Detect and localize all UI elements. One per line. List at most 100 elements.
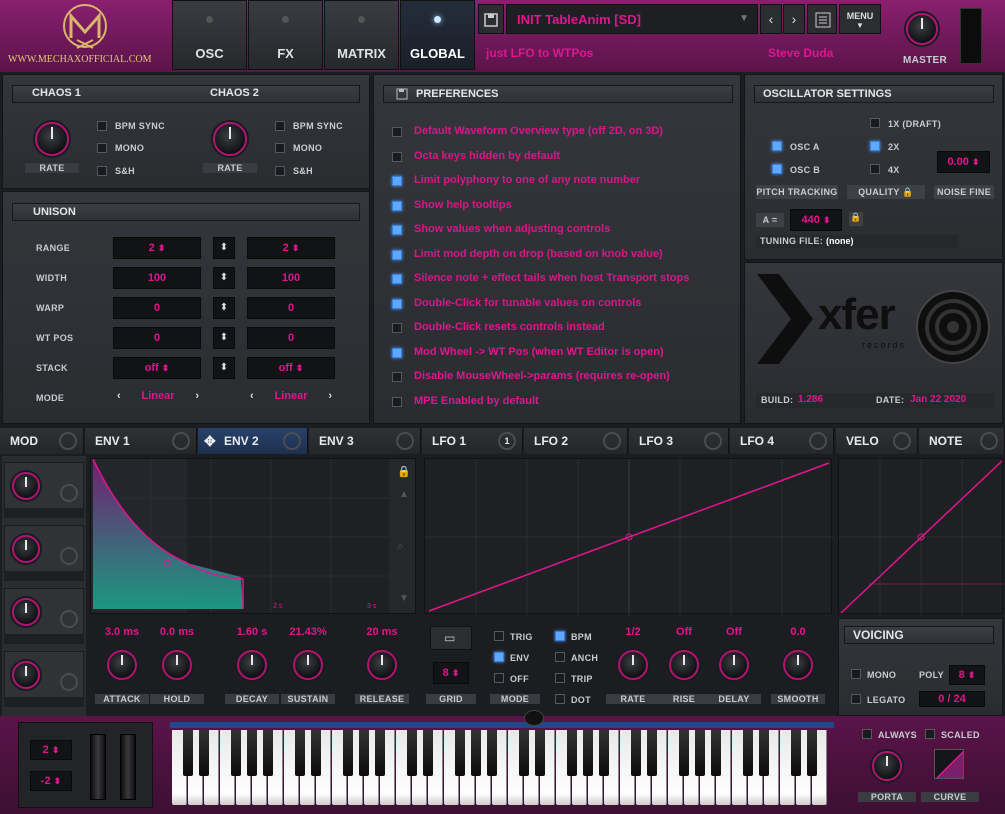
env-graph[interactable]: 2 s 3 s 🔒 ▲ ⌕ ▼: [90, 458, 416, 614]
osc-a-checkbox[interactable]: [772, 141, 782, 151]
curve-button[interactable]: [934, 749, 964, 779]
a-tuning-field[interactable]: 440 ⬍: [790, 209, 842, 231]
chaos1-bpm-sync-checkbox[interactable]: [97, 121, 107, 131]
noise-fine-button[interactable]: NOISE FINE: [934, 185, 994, 199]
unison-2-a-field[interactable]: 0: [113, 297, 201, 319]
unison-2-link-stepper[interactable]: ⬍: [213, 297, 235, 319]
global-tab[interactable]: GLOBAL: [400, 0, 475, 70]
velo-graph[interactable]: [838, 458, 1004, 615]
unison-1-link-stepper[interactable]: ⬍: [213, 267, 235, 289]
pitch-tracking-button[interactable]: PITCH TRACKING: [756, 185, 838, 199]
chaos2-mono-checkbox[interactable]: [275, 143, 285, 153]
tab-lfo3[interactable]: LFO 3: [629, 428, 729, 454]
lfo-trig-checkbox[interactable]: [494, 631, 504, 641]
unison-mode-b[interactable]: ‹ Linear ›: [246, 389, 336, 405]
unison-4-a-field[interactable]: off ⬍: [113, 357, 201, 379]
pref-0-checkbox[interactable]: [392, 127, 402, 137]
tab-env3[interactable]: ENV 3: [309, 428, 421, 454]
lfo-env-checkbox[interactable]: [494, 652, 504, 662]
lfo-off-checkbox[interactable]: [494, 673, 504, 683]
black-key[interactable]: [310, 730, 321, 776]
lock-icon[interactable]: 🔒: [397, 465, 411, 478]
black-key[interactable]: [198, 730, 209, 776]
black-key[interactable]: [342, 730, 353, 776]
lfo-load-button[interactable]: ▭: [430, 626, 472, 650]
osc-tab[interactable]: OSC: [172, 0, 247, 70]
chaos2-rate-knob[interactable]: [213, 122, 247, 156]
scroll-handle[interactable]: [524, 710, 544, 726]
tab-env2[interactable]: ✥ ENV 2: [198, 428, 308, 454]
unison-3-link-stepper[interactable]: ⬍: [213, 327, 235, 349]
draft-checkbox[interactable]: [870, 118, 880, 128]
unison-3-b-field[interactable]: 0: [247, 327, 335, 349]
mono-checkbox[interactable]: [851, 669, 861, 679]
black-key[interactable]: [806, 730, 817, 776]
fx-tab[interactable]: FX: [248, 0, 323, 70]
pref-6-checkbox[interactable]: [392, 274, 402, 284]
black-key[interactable]: [246, 730, 257, 776]
master-knob[interactable]: [906, 13, 938, 45]
unison-mode-a[interactable]: ‹ Linear ›: [113, 389, 203, 405]
unison-4-link-stepper[interactable]: ⬍: [213, 357, 235, 379]
bend-down-field[interactable]: -2 ⬍: [30, 771, 72, 791]
black-key[interactable]: [182, 730, 193, 776]
chaos1-sh-checkbox[interactable]: [97, 166, 107, 176]
black-key[interactable]: [694, 730, 705, 776]
black-key[interactable]: [230, 730, 241, 776]
chevron-down-icon[interactable]: ▼: [399, 593, 409, 604]
black-key[interactable]: [358, 730, 369, 776]
black-key[interactable]: [454, 730, 465, 776]
pref-11-checkbox[interactable]: [392, 396, 402, 407]
black-key[interactable]: [422, 730, 433, 776]
pref-9-checkbox[interactable]: [392, 347, 402, 358]
unison-3-a-field[interactable]: 0: [113, 327, 201, 349]
lfo-3-knob[interactable]: [783, 650, 813, 680]
next-preset-button[interactable]: ›: [783, 4, 805, 34]
pref-4-checkbox[interactable]: [392, 225, 402, 235]
zoom-icon[interactable]: ⌕: [397, 539, 404, 554]
pref-7-checkbox[interactable]: [392, 298, 402, 309]
legato-checkbox[interactable]: [851, 694, 861, 704]
black-key[interactable]: [790, 730, 801, 776]
tab-mod[interactable]: MOD: [0, 428, 84, 454]
keyboard-scroll[interactable]: [170, 722, 834, 728]
chaos2-sh-checkbox[interactable]: [275, 166, 285, 176]
black-key[interactable]: [566, 730, 577, 776]
chaos1-rate-knob[interactable]: [35, 122, 69, 156]
black-key[interactable]: [406, 730, 417, 776]
browser-button[interactable]: [807, 4, 837, 34]
black-key[interactable]: [534, 730, 545, 776]
lfo-1-knob[interactable]: [669, 650, 699, 680]
matrix-tab[interactable]: MATRIX: [324, 0, 399, 70]
grid-field[interactable]: 8 ⬍: [433, 662, 469, 684]
unison-1-b-field[interactable]: 100: [247, 267, 335, 289]
black-key[interactable]: [630, 730, 641, 776]
pref-5-checkbox[interactable]: [392, 249, 402, 260]
pref-3-checkbox[interactable]: [392, 200, 402, 211]
black-key[interactable]: [758, 730, 769, 776]
tab-lfo4[interactable]: LFO 4: [730, 428, 834, 454]
pref-10-checkbox[interactable]: [392, 372, 402, 382]
macro-1-knob[interactable]: [12, 472, 40, 500]
poly-field[interactable]: 8 ⬍: [949, 665, 985, 685]
unison-0-b-field[interactable]: 2 ⬍: [247, 237, 335, 259]
tab-velo[interactable]: VELO: [836, 428, 918, 454]
tab-env1[interactable]: ENV 1: [85, 428, 197, 454]
black-key[interactable]: [486, 730, 497, 776]
macro-2-knob[interactable]: [12, 535, 40, 563]
lfo-graph[interactable]: [424, 458, 833, 615]
black-key[interactable]: [598, 730, 609, 776]
osc-b-checkbox[interactable]: [772, 164, 782, 174]
pitch-wheel[interactable]: [90, 734, 106, 800]
black-key[interactable]: [374, 730, 385, 776]
black-key[interactable]: [742, 730, 753, 776]
lfo-0-knob[interactable]: [618, 650, 648, 680]
lfo-anch-checkbox[interactable]: [555, 652, 565, 662]
prev-preset-button[interactable]: ‹: [760, 4, 782, 34]
black-key[interactable]: [518, 730, 529, 776]
chaos1-mono-checkbox[interactable]: [97, 143, 107, 153]
tab-note[interactable]: NOTE: [919, 428, 1005, 454]
unison-4-b-field[interactable]: off ⬍: [247, 357, 335, 379]
unison-0-a-field[interactable]: 2 ⬍: [113, 237, 201, 259]
env-4-knob[interactable]: [367, 650, 397, 680]
